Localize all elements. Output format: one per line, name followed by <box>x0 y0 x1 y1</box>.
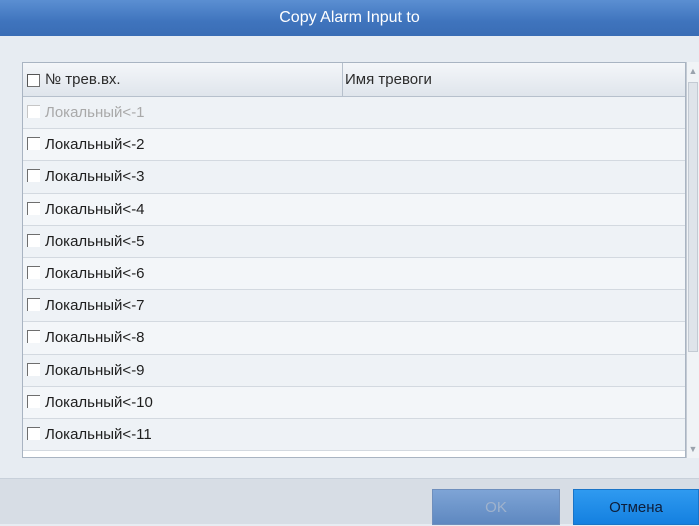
row-checkbox[interactable] <box>27 362 40 376</box>
table-row[interactable]: Локальный<-3 <box>23 161 685 194</box>
table-row[interactable]: Локальный<-10 <box>23 386 685 419</box>
table-row[interactable]: Локальный<-1 <box>23 97 685 130</box>
row-checkbox[interactable] <box>27 265 40 279</box>
table-scrollbar[interactable]: ▲ ▼ <box>686 62 699 458</box>
row-label: Локальный<-9 <box>45 361 145 379</box>
scroll-down-arrow-icon[interactable]: ▼ <box>687 442 699 456</box>
row-label: Локальный<-4 <box>45 200 145 218</box>
scroll-up-arrow-icon[interactable]: ▲ <box>687 64 699 78</box>
row-checkbox[interactable] <box>27 201 40 215</box>
table-body: Локальный<-1 Локальный<-2 Локальный<-3 Л… <box>23 97 685 452</box>
row-label: Локальный<-11 <box>45 425 152 443</box>
row-label: Локальный<-6 <box>45 264 145 282</box>
table-row[interactable]: Локальный<-2 <box>23 129 685 162</box>
alarm-input-table: № трев.вх. Имя тревоги Локальный<-1 Лока… <box>22 62 686 458</box>
table-row[interactable]: Локальный<-7 <box>23 290 685 323</box>
table-row[interactable]: Локальный<-6 <box>23 257 685 291</box>
select-all-checkbox[interactable] <box>27 74 40 87</box>
row-checkbox[interactable] <box>27 394 40 408</box>
row-checkbox[interactable] <box>27 298 40 312</box>
row-checkbox[interactable] <box>27 169 40 183</box>
column-header-number-label: № трев.вх. <box>45 71 121 88</box>
row-label: Локальный<-2 <box>45 136 145 154</box>
table-row[interactable]: Локальный<-5 <box>23 225 685 258</box>
row-label: Локальный<-3 <box>45 168 145 186</box>
dialog-footer: OK Отмена <box>0 478 699 525</box>
dialog-title: Copy Alarm Input to <box>0 0 699 36</box>
row-label: Локальный<-8 <box>45 329 145 347</box>
table-row[interactable]: Локальный<-4 <box>23 193 685 226</box>
row-checkbox[interactable] <box>27 233 40 247</box>
scroll-thumb[interactable] <box>688 82 698 352</box>
row-checkbox[interactable] <box>27 330 40 344</box>
row-label: Локальный<-1 <box>45 104 145 121</box>
column-header-number: № трев.вх. <box>23 63 343 97</box>
table-row[interactable]: Локальный<-11 <box>23 418 685 452</box>
table-row[interactable]: Локальный<-8 <box>23 322 685 355</box>
table-row[interactable]: Локальный<-9 <box>23 354 685 387</box>
row-checkbox[interactable] <box>27 105 40 118</box>
row-checkbox[interactable] <box>27 426 40 440</box>
column-header-name-label: Имя тревоги <box>345 71 432 88</box>
row-label: Локальный<-5 <box>45 232 145 250</box>
cancel-button[interactable]: Отмена <box>573 489 699 525</box>
column-header-name: Имя тревоги <box>345 63 685 97</box>
row-label: Локальный<-7 <box>45 297 145 315</box>
row-checkbox[interactable] <box>27 137 40 151</box>
row-label: Локальный<-10 <box>45 393 153 411</box>
copy-alarm-dialog: Copy Alarm Input to № трев.вх. Имя трево… <box>0 0 699 525</box>
ok-button[interactable]: OK <box>432 489 560 525</box>
table-header: № трев.вх. Имя тревоги <box>23 63 685 97</box>
